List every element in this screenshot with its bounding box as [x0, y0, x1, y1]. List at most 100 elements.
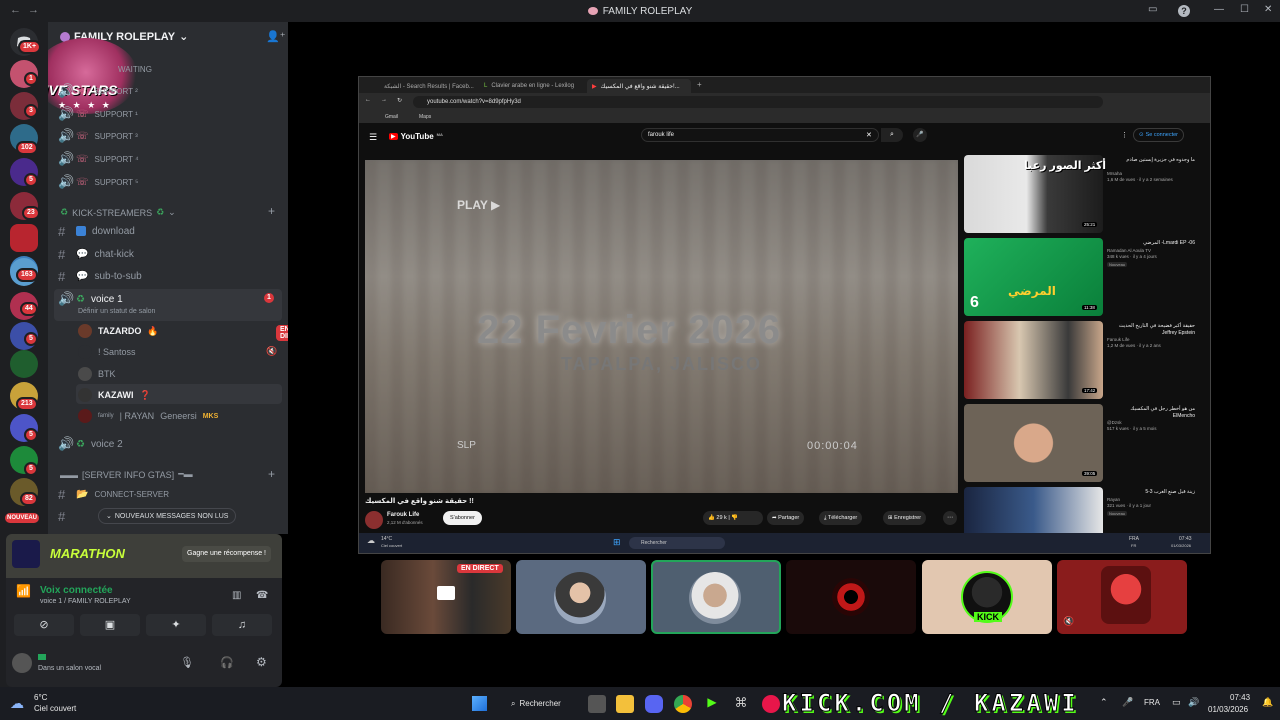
recommended-video[interactable]: أكثر الصور رعبا 25:21 ما وجدوه في جزيرة …: [964, 155, 1204, 233]
channel-name[interactable]: Farouk Life: [387, 512, 419, 518]
category-kick-streamers[interactable]: ♻ KICK-STREAMERS ♻ ⌄: [60, 207, 176, 218]
channel-avatar[interactable]: [365, 511, 383, 529]
channel-download[interactable]: # download: [58, 221, 282, 241]
save-button[interactable]: ⊞ Enregistrer: [883, 511, 927, 525]
subscribe-button[interactable]: S'abonner: [443, 511, 482, 525]
help-icon[interactable]: ?: [1178, 5, 1190, 17]
microphone-icon[interactable]: 🎙: [180, 656, 194, 669]
youtube-search-input[interactable]: farouk life: [641, 128, 879, 142]
screen-share-button[interactable]: ▣: [80, 614, 140, 636]
participant-tile-speaking[interactable]: [651, 560, 781, 634]
server-icon[interactable]: [10, 350, 38, 378]
channel-support-2[interactable]: 🔊 ☏ SUPPORT ¹: [58, 104, 282, 124]
recommended-video[interactable]: 39:05 من هو أخطر رجل في المكسيك ElMencho…: [964, 404, 1204, 482]
category-server-info[interactable]: ▬▬ [SERVER INFO GTAS] ━▬: [60, 469, 193, 480]
voice-channel-path[interactable]: voice 1 / FAMILY ROLEPLAY: [40, 598, 131, 605]
activities-button[interactable]: ✦: [146, 614, 206, 636]
add-channel-icon[interactable]: +: [268, 467, 275, 481]
download-button[interactable]: ⤓ Télécharger: [819, 511, 863, 525]
menu-icon[interactable]: ☰: [369, 132, 377, 143]
participant-tile[interactable]: EN DIRECT: [381, 560, 511, 634]
weather-icon[interactable]: ☁: [10, 695, 24, 712]
network-icon[interactable]: ▭: [1172, 697, 1181, 708]
share-button[interactable]: ➦ Partager: [767, 511, 805, 525]
participant-tile[interactable]: KICK: [922, 560, 1052, 634]
minimize-icon[interactable]: —: [1214, 4, 1224, 15]
promo-button[interactable]: Gagne une récompense !: [182, 546, 271, 562]
voice-user[interactable]: ! Santoss: [78, 342, 136, 362]
settings-gear-icon[interactable]: ⚙: [256, 655, 267, 669]
participant-tile[interactable]: 🔇: [1057, 560, 1187, 634]
maximize-icon[interactable]: ☐: [1240, 4, 1249, 15]
clock-date[interactable]: 01/03/2026: [1208, 705, 1248, 714]
address-input[interactable]: youtube.com/watch?v=8d9pfpHy3d: [413, 96, 1103, 108]
participant-tile[interactable]: [516, 560, 646, 634]
user-avatar[interactable]: [12, 653, 32, 673]
promo-banner[interactable]: MARATHON Gagne une récompense !: [6, 534, 282, 578]
clock-time[interactable]: 07:43: [1230, 693, 1250, 702]
voice-connected-status[interactable]: Voix connectée: [40, 585, 113, 596]
youtube-logo[interactable]: ▶ YouTube MA: [389, 132, 443, 141]
clear-search-icon[interactable]: ✕: [866, 131, 872, 139]
bookmark-gmail[interactable]: Gmail: [385, 114, 398, 120]
channel-connect-server[interactable]: # 📂 CONNECT-SERVER: [58, 484, 282, 504]
camera-off-button[interactable]: ⊘: [14, 614, 74, 636]
channel-waiting[interactable]: WAITING: [118, 59, 288, 79]
channel-support-3[interactable]: 🔊 ☏ SUPPORT ³: [58, 126, 282, 146]
noise-suppression-icon[interactable]: ▥: [232, 590, 241, 601]
participant-tile[interactable]: [786, 560, 916, 634]
browser-tab-active[interactable]: ▶ حقيقة شنو واقع في المكسيك!...: [587, 79, 691, 93]
channel-support-1[interactable]: 🔊 ☏ SUPPORT ²: [58, 81, 282, 101]
browser-tab[interactable]: الشبكة - Search Results | Faceb...: [379, 79, 491, 93]
recommended-video[interactable]: 17:42 حقيقة أكبر فضيحة في التاريخ الحديث…: [964, 321, 1204, 399]
discord-taskbar-icon[interactable]: [645, 695, 663, 713]
voice-search-icon[interactable]: 🎤: [913, 128, 927, 142]
forward-arrow-icon[interactable]: →: [381, 97, 387, 103]
notification-icon[interactable]: 🔔: [1262, 697, 1273, 708]
close-icon[interactable]: ✕: [1264, 4, 1272, 15]
browser-tab[interactable]: L Clavier arabe en ligne - Lexilog: [479, 79, 591, 93]
taskbar-search[interactable]: ⌕ Rechercher: [503, 694, 569, 713]
new-messages-pill[interactable]: ⌄ NOUVEAUX MESSAGES NON LUS: [98, 508, 237, 524]
voice-user[interactable]: TAZARDO 🔥: [78, 321, 159, 341]
windows-start-icon[interactable]: [472, 696, 487, 711]
windows-start-icon[interactable]: ⊞: [613, 537, 621, 548]
back-arrow-icon[interactable]: ←: [365, 97, 371, 103]
like-dislike-group[interactable]: 👍 29 k | 👎: [703, 511, 763, 525]
voice-user[interactable]: family | RAYAN Geneersi MKS: [78, 406, 218, 426]
channel-sub-to-sub[interactable]: # 💬 sub-to-sub: [58, 266, 282, 286]
sign-in-button[interactable]: ⊙ Se connecter: [1133, 128, 1185, 142]
channel-voice-2[interactable]: 🔊 ♻ voice 2: [58, 434, 282, 454]
reload-icon[interactable]: ↻: [397, 97, 402, 104]
more-actions-icon[interactable]: ⋯: [943, 511, 957, 525]
file-explorer-icon[interactable]: [616, 695, 634, 713]
back-arrow-icon[interactable]: ←: [10, 4, 21, 16]
task-view-icon[interactable]: [588, 695, 606, 713]
bookmark-maps[interactable]: Maps: [419, 114, 431, 120]
forward-arrow-icon[interactable]: →: [28, 4, 39, 16]
channel-voice-1[interactable]: 🔊 ♻ voice 1: [58, 289, 282, 309]
recommended-video[interactable]: زينة قبل صنع الغرب 3-5 Rayan 321 vues · …: [964, 487, 1204, 533]
channel-chat-kick[interactable]: # 💬 chat-kick: [58, 244, 282, 264]
add-channel-icon[interactable]: +: [268, 204, 275, 218]
more-options-icon[interactable]: ⋮: [1121, 131, 1128, 139]
channel-support-5[interactable]: 🔊 ☏ SUPPORT ⁵: [58, 172, 282, 192]
add-member-icon[interactable]: 👤⁺: [266, 30, 286, 43]
channel-support-4[interactable]: 🔊 ☏ SUPPORT ⁴: [58, 149, 282, 169]
voice-user[interactable]: BTK: [78, 364, 116, 384]
search-icon[interactable]: ⌕: [881, 128, 903, 142]
language[interactable]: FRA: [1144, 698, 1160, 707]
server-icon[interactable]: [10, 224, 38, 252]
kick-app-icon[interactable]: ▶: [703, 695, 721, 713]
headphones-icon[interactable]: 🎧: [220, 656, 234, 669]
volume-icon[interactable]: 🔊: [1188, 697, 1199, 708]
voice-channel-status[interactable]: Définir un statut de salon: [78, 308, 155, 315]
chevron-up-icon[interactable]: ⌃: [1100, 697, 1108, 708]
app-icon[interactable]: [762, 695, 780, 713]
disconnect-icon[interactable]: ☎: [256, 590, 268, 601]
microphone-icon[interactable]: 🎤: [1122, 697, 1133, 708]
new-tab-icon[interactable]: +: [697, 80, 702, 89]
taskbar-search[interactable]: Rechercher: [629, 537, 725, 549]
soundboard-button[interactable]: ♫: [212, 614, 272, 636]
inbox-icon[interactable]: ▭: [1148, 4, 1157, 15]
